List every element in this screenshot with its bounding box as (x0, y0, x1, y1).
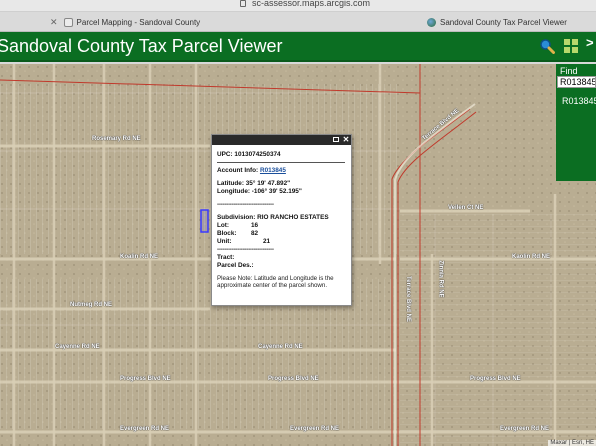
find-label: Find (560, 66, 578, 76)
find-input[interactable]: R013845 (557, 76, 596, 88)
parcel-des-text: Parcel Des.: (217, 262, 254, 269)
separator-text: ------------------------------- (217, 201, 274, 208)
selected-parcel-highlight[interactable] (200, 209, 209, 233)
popup-note: Please Note: Latitude and Longitude is t… (217, 275, 334, 290)
address-bar[interactable]: sc-assessor.maps.arcgis.com (0, 0, 596, 12)
tab-tax-parcel-viewer[interactable]: Sandoval County Tax Parcel Viewer (427, 15, 567, 29)
globe-favicon (427, 17, 436, 27)
unit-row: Unit: 21 (217, 238, 347, 246)
lot-row: Lot: 16 (217, 222, 347, 230)
lot-label: Lot: (217, 222, 230, 229)
page-favicon (63, 17, 73, 27)
lot-value: 16 (251, 222, 259, 229)
road-label: Zinnia Rd NE (437, 260, 444, 298)
account-label: Account Info: (217, 167, 260, 174)
road-label: Progress Blvd NE (120, 376, 171, 382)
map-attribution[interactable]: Maxar | Esri, HE (548, 440, 596, 446)
account-link[interactable]: R013845 (260, 167, 286, 174)
popup-titlebar: ✕ (212, 135, 351, 145)
tract-text: Tract: (217, 254, 235, 261)
search-icon[interactable] (539, 38, 555, 54)
url-text[interactable]: sc-assessor.maps.arcgis.com (240, 0, 370, 8)
block-value: 82 (251, 230, 259, 237)
road-label: Progress Blvd NE (470, 376, 521, 382)
lock-icon (240, 0, 246, 8)
separator-text: ------------------------------- (217, 246, 274, 253)
road-label: Evergreen Rd NE (500, 426, 550, 432)
page-title: Sandoval County Tax Parcel Viewer (0, 36, 283, 56)
popup-content: UPC: 1013074250374 Account Info: R013845… (217, 151, 347, 290)
road-label: Evergreen Rd NE (120, 426, 170, 432)
block-label: Block: (217, 230, 237, 237)
road-label: Nutmeg Rd NE (70, 302, 112, 308)
upc-text: UPC: 1013074250374 (217, 151, 281, 158)
parcel-popup: ✕ UPC: 1013074250374 Account Info: R0138… (211, 134, 352, 306)
maximize-icon[interactable] (332, 136, 340, 144)
close-icon[interactable]: ✕ (342, 136, 350, 144)
tab-label: Sandoval County Tax Parcel Viewer (440, 17, 567, 27)
road-label: Rosemary Rd NE (92, 136, 141, 142)
tab-bar: ✕ Parcel Mapping - Sandoval County Sando… (0, 12, 596, 32)
divider (217, 162, 345, 163)
app-header: Sandoval County Tax Parcel Viewer > (0, 32, 596, 62)
latitude-text: Latitude: 35° 19' 47.892" (217, 180, 291, 187)
find-panel: Find R013845 R013845 (556, 64, 596, 181)
close-tab-icon[interactable]: ✕ (50, 17, 58, 28)
road-label: Veilen Ct NE (448, 205, 484, 211)
tab-label: Parcel Mapping - Sandoval County (76, 17, 201, 27)
road-label: Evergreen Rd NE (290, 426, 340, 432)
road-label: Cayenne Rd NE (55, 344, 100, 350)
block-row: Block: 82 (217, 230, 347, 238)
road-label: Koalin Rd NE (120, 254, 159, 260)
longitude-text: Longitude: -106° 39' 52.195" (217, 188, 302, 195)
road-label: Terrace Blvd NE (404, 276, 411, 322)
grid-icon[interactable] (563, 38, 579, 54)
find-result-item[interactable]: R013845 (562, 96, 596, 106)
more-icon[interactable]: > (586, 35, 596, 51)
subdivision-text: Subdivision: RIO RANCHO ESTATES (217, 214, 329, 221)
road-label: Progress Blvd NE (268, 376, 319, 382)
unit-label: Unit: (217, 238, 232, 245)
tab-parcel-mapping[interactable]: ✕ Parcel Mapping - Sandoval County (50, 15, 200, 29)
road-label: Cayenne Rd NE (258, 344, 303, 350)
unit-value: 21 (263, 238, 271, 245)
road-label: Kaolin Rd NE (512, 254, 551, 260)
